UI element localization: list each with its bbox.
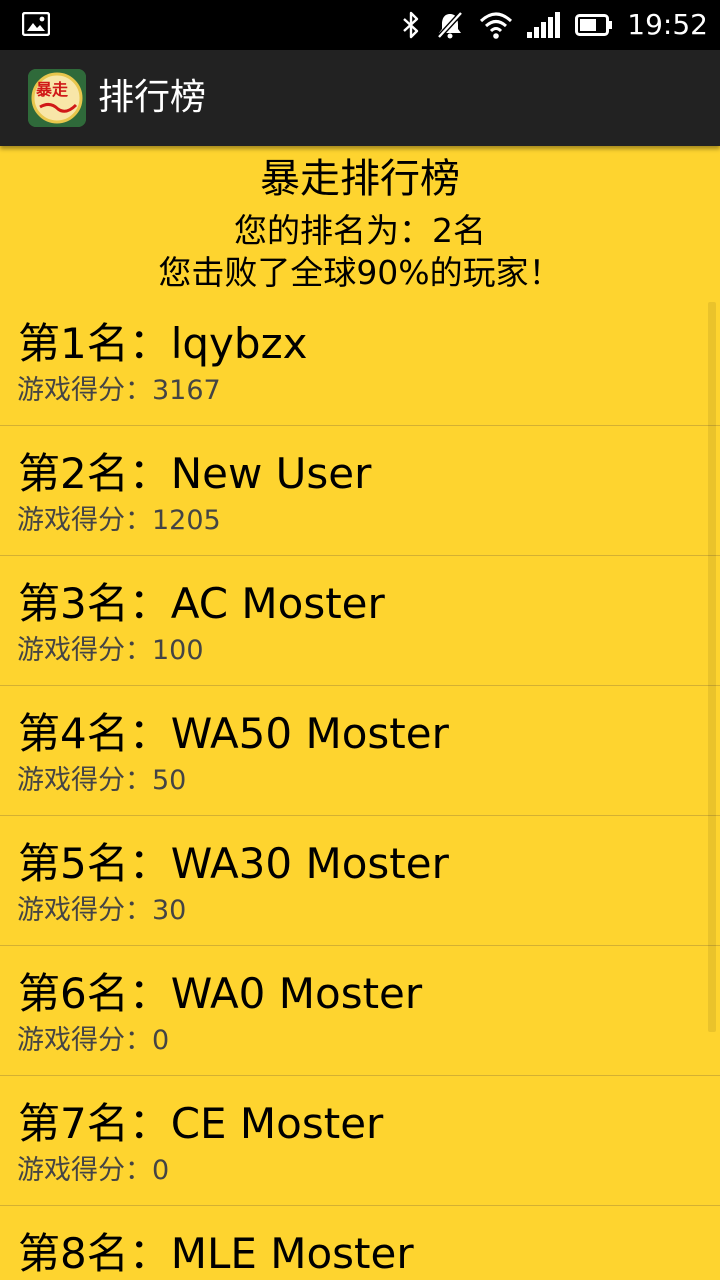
leaderboard-title: 暴走排行榜 bbox=[260, 156, 460, 202]
signal-icon bbox=[527, 12, 561, 38]
player-rank-name: 第5名：WA30 Moster bbox=[18, 839, 449, 888]
list-item[interactable]: 第7名：CE Moster 游戏得分：0 bbox=[0, 1076, 720, 1206]
player-rank-name: 第7名：CE Moster bbox=[18, 1099, 384, 1148]
player-score: 游戏得分：30 bbox=[17, 895, 187, 926]
player-rank-name: 第3名：AC Moster bbox=[18, 579, 385, 628]
player-rank-name: 第1名：lqybzx bbox=[18, 319, 308, 368]
bluetooth-icon bbox=[403, 11, 419, 39]
image-notification-icon bbox=[22, 12, 50, 36]
app-logo-graphic: 暴走 bbox=[28, 69, 86, 127]
clock-time: 19:52 bbox=[627, 8, 708, 41]
player-rank-name: 第4名：WA50 Moster bbox=[18, 709, 449, 758]
battery-icon bbox=[575, 14, 613, 36]
player-rank-name: 第2名：New User bbox=[18, 449, 372, 498]
player-rank-name: 第6名：WA0 Moster bbox=[18, 969, 423, 1018]
list-item[interactable]: 第2名：New User 游戏得分：1205 bbox=[0, 426, 720, 556]
app-logo-text: 暴走 bbox=[35, 80, 68, 99]
leaderboard-list[interactable]: 第1名：lqybzx 游戏得分：3167 第2名：New User 游戏得分：1… bbox=[0, 296, 720, 1280]
action-bar: 暴走 排行榜 bbox=[0, 50, 720, 146]
list-item[interactable]: 第8名：MLE Moster bbox=[0, 1206, 720, 1280]
player-score: 游戏得分：100 bbox=[17, 635, 204, 666]
player-score: 游戏得分：0 bbox=[17, 1025, 170, 1056]
leaderboard-header: 暴走排行榜 您的排名为：2名 您击败了全球90%的玩家！ bbox=[0, 146, 720, 296]
my-rank-text: 您的排名为：2名 bbox=[234, 211, 486, 250]
player-score: 游戏得分：1205 bbox=[17, 505, 221, 536]
player-rank-name: 第8名：MLE Moster bbox=[18, 1229, 414, 1278]
app-logo-icon[interactable]: 暴走 bbox=[28, 69, 86, 127]
muted-bell-icon bbox=[437, 11, 464, 39]
status-icons: 19:52 bbox=[401, 0, 708, 50]
player-score: 游戏得分：50 bbox=[17, 765, 187, 796]
list-item[interactable]: 第3名：AC Moster 游戏得分：100 bbox=[0, 556, 720, 686]
player-score: 游戏得分：3167 bbox=[17, 375, 221, 406]
list-item[interactable]: 第4名：WA50 Moster 游戏得分：50 bbox=[0, 686, 720, 816]
beat-percentage-text: 您击败了全球90%的玩家！ bbox=[158, 253, 562, 292]
screen-title: 排行榜 bbox=[98, 77, 207, 118]
wifi-icon bbox=[480, 12, 513, 39]
leaderboard-screen: 19:52 暴走 排行榜 暴走排行榜 您的排名为：2名 您击败了全球90%的玩家… bbox=[0, 0, 720, 1280]
list-scrollbar[interactable] bbox=[708, 302, 716, 1032]
list-item[interactable]: 第1名：lqybzx 游戏得分：3167 bbox=[0, 296, 720, 426]
list-item[interactable]: 第6名：WA0 Moster 游戏得分：0 bbox=[0, 946, 720, 1076]
player-score: 游戏得分：0 bbox=[17, 1155, 170, 1186]
status-bar: 19:52 bbox=[0, 0, 720, 50]
list-item[interactable]: 第5名：WA30 Moster 游戏得分：30 bbox=[0, 816, 720, 946]
